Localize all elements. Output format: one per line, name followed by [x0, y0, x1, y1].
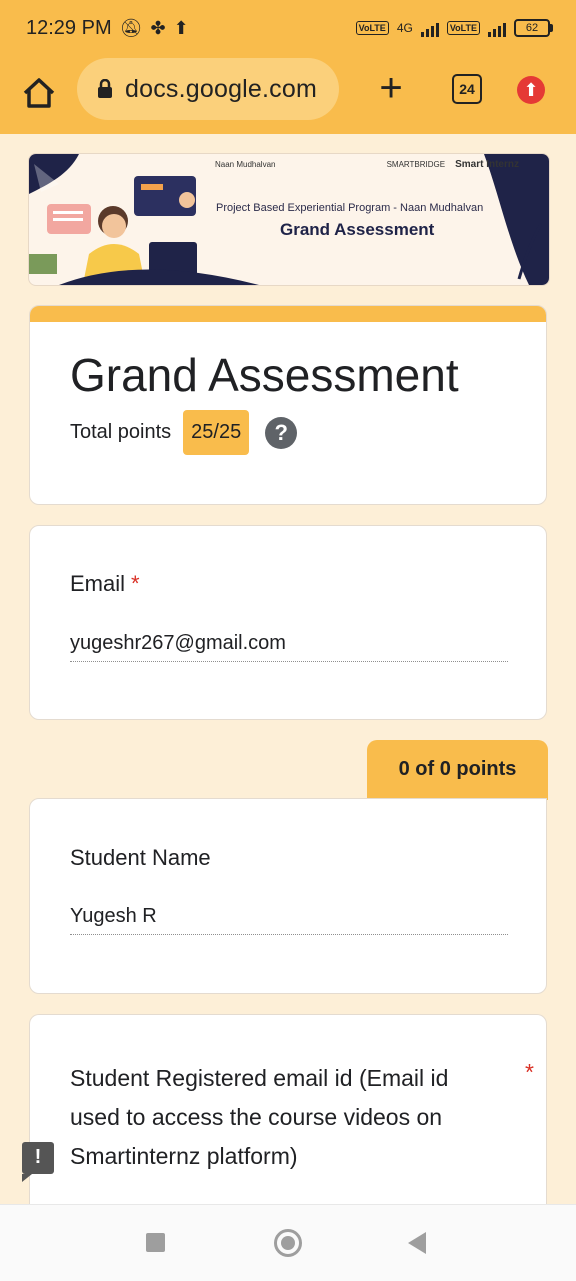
volte-icon: VoLTE — [355, 21, 389, 35]
email-label: Email * — [70, 571, 140, 596]
status-time: 12:29 PM — [26, 16, 112, 39]
fan-icon: ✤ — [150, 17, 166, 38]
battery-icon: 62 — [514, 19, 553, 37]
status-bar: 12:29 PM 🔕︎ ✤ ⬆ VoLTE 4G VoLTE 62 — [0, 0, 576, 56]
network-type: 4G — [396, 21, 413, 35]
url-text: docs.google.com — [125, 74, 318, 103]
back-icon[interactable] — [408, 1232, 426, 1254]
help-icon[interactable]: ? — [265, 416, 298, 449]
update-icon[interactable]: ⬆ — [517, 76, 545, 104]
header-accent-strip — [30, 306, 546, 322]
address-bar[interactable]: docs.google.com — [77, 58, 339, 120]
volte-icon-2: VoLTE — [446, 21, 480, 35]
registered-email-label: Student Registered email id (Email id us… — [70, 1065, 449, 1169]
email-question-card: Email * yugeshr267@gmail.com — [29, 525, 547, 720]
total-points-row: Total points 25/25 ? — [70, 410, 298, 455]
total-points-badge: 25/25 — [183, 410, 250, 455]
banner-logos-right: SMARTBRIDGE Smart Internz — [386, 159, 519, 170]
home-nav-icon[interactable] — [274, 1229, 302, 1257]
student-name-card: Student Name Yugesh R — [29, 798, 547, 994]
report-feedback-icon[interactable]: ! — [22, 1142, 54, 1182]
lock-icon — [98, 79, 112, 98]
signal-icon — [420, 19, 439, 37]
banner-logo-left: Naan Mudhalvan — [215, 160, 276, 169]
signal-icon-2 — [488, 19, 506, 37]
required-asterisk: * — [131, 571, 140, 596]
tab-switcher-icon[interactable]: 24 — [452, 74, 482, 104]
form-header-card: Grand Assessment Total points 25/25 ? — [29, 305, 547, 505]
form-title: Grand Assessment — [70, 349, 459, 401]
smartbridge-logo: SMARTBRIDGE — [386, 160, 446, 169]
system-navigation-bar — [0, 1204, 576, 1281]
smartinternz-logo: Smart Internz — [455, 159, 519, 170]
home-icon[interactable] — [20, 74, 58, 112]
upload-icon: ⬆ — [173, 17, 189, 38]
student-name-label: Student Name — [70, 845, 211, 870]
silent-bell-icon: 🔕︎ — [119, 17, 143, 38]
student-name-answer: Yugesh R — [70, 905, 508, 935]
browser-toolbar: docs.google.com + 24 ⬆ — [0, 56, 576, 134]
form-banner-image: Naan Mudhalvan SMARTBRIDGE Smart Internz… — [28, 153, 550, 286]
section-points-badge: 0 of 0 points — [367, 740, 548, 800]
banner-title: Grand Assessment — [280, 220, 435, 239]
required-asterisk: * — [525, 1059, 534, 1085]
recents-icon[interactable] — [146, 1233, 165, 1252]
registered-email-card: Student Registered email id (Email id us… — [29, 1014, 547, 1234]
total-points-label: Total points — [70, 421, 172, 443]
email-answer: yugeshr267@gmail.com — [70, 632, 508, 662]
new-tab-icon[interactable]: + — [375, 68, 407, 108]
banner-subtitle: Project Based Experiential Program - Naa… — [216, 202, 484, 214]
